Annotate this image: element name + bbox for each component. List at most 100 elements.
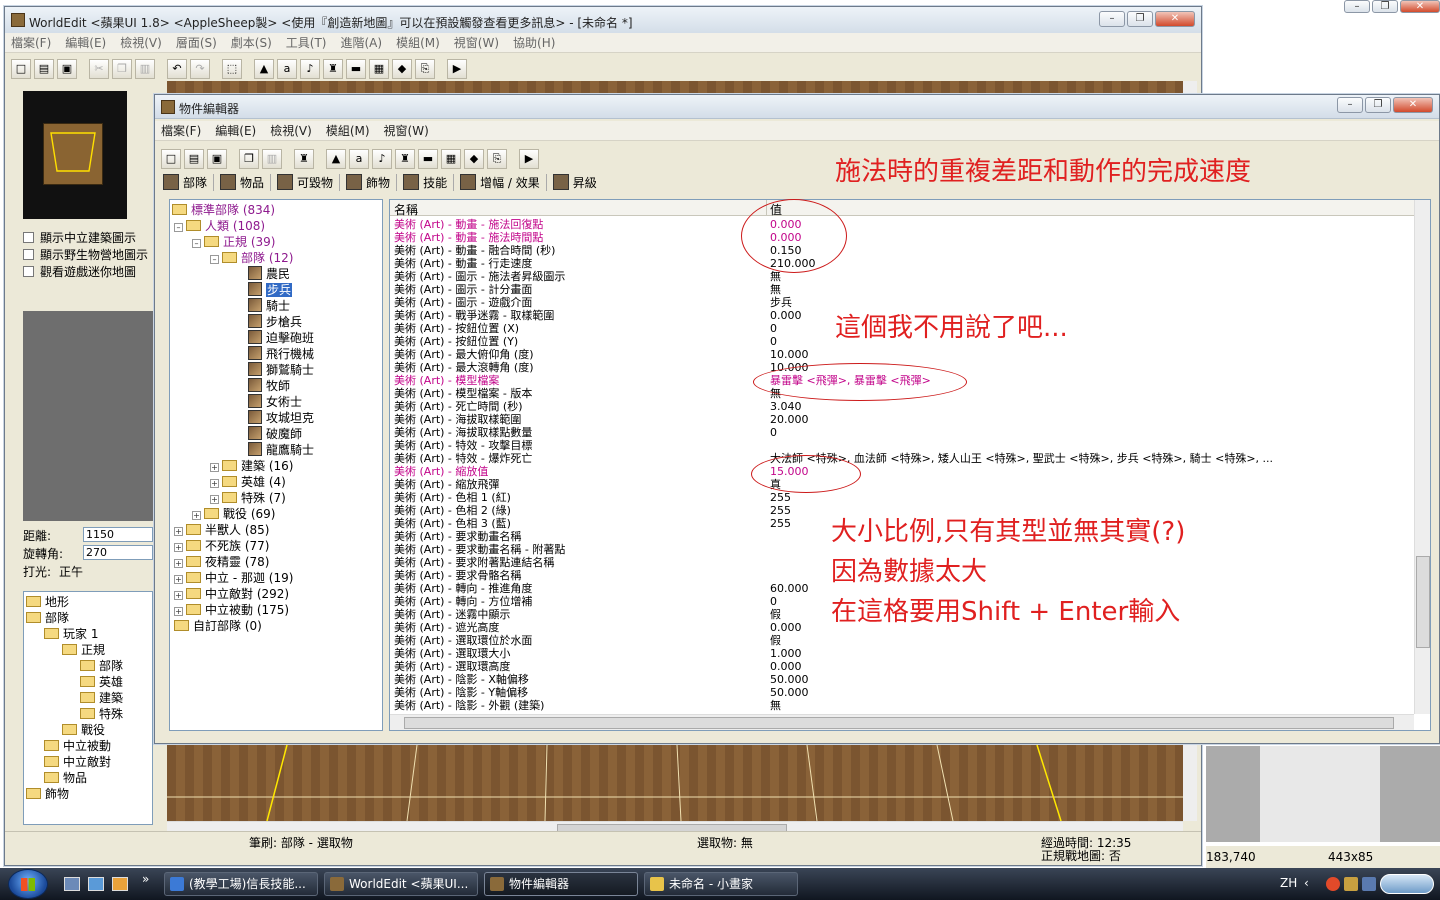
tree-race[interactable]: + 不死族 (77) (174, 538, 269, 554)
save-icon[interactable]: ▣ (57, 59, 77, 79)
checkbox-icon[interactable] (23, 249, 34, 260)
worldedit-titlebar[interactable]: WorldEdit <蘋果UI 1.8> <AppleSheep製> <使用『創… (5, 7, 1201, 35)
bg-restore-button[interactable]: ❐ (1372, 0, 1398, 13)
property-value[interactable]: 255 (770, 491, 791, 504)
tree-race[interactable]: + 中立被動 (175) (174, 602, 289, 618)
tab-items[interactable]: 物品 (220, 173, 272, 191)
oe-paste-icon[interactable]: ▥ (262, 149, 282, 169)
oe-test-map-icon[interactable]: ▶ (519, 149, 539, 169)
unit-item[interactable]: 牧師 (248, 378, 290, 394)
tab-units[interactable]: 部隊 (163, 173, 215, 191)
property-value[interactable]: 無 (770, 283, 781, 296)
property-row[interactable]: 美術 (Art) - 陰影 - Y軸偏移 50.000 (390, 686, 1414, 699)
property-value[interactable]: 1.000 (770, 647, 802, 660)
property-vertical-scrollbar[interactable] (1414, 200, 1430, 714)
oe-minimize-button[interactable]: – (1337, 97, 1363, 113)
tree-item[interactable]: 玩家 1 (44, 626, 98, 642)
property-row[interactable]: 美術 (Art) - 選取環高度 0.000 (390, 660, 1414, 673)
test-map-icon[interactable]: ▶ (447, 59, 467, 79)
minimap-preview[interactable] (23, 91, 127, 219)
oe-ai-icon[interactable]: ▦ (441, 149, 461, 169)
property-value[interactable]: 20.000 (770, 413, 809, 426)
start-button[interactable] (8, 869, 48, 899)
tree-item[interactable]: 特殊 (80, 706, 123, 722)
quicklaunch-explorer-icon[interactable] (88, 877, 104, 891)
unit-item[interactable]: 女術士 (248, 394, 302, 410)
show-neutral-buildings-option[interactable]: 顯示中立建築圖示 (23, 229, 163, 246)
unit-item[interactable]: 破魔師 (248, 426, 302, 442)
rotation-field[interactable]: 270 (83, 545, 153, 560)
property-row[interactable]: 美術 (Art) - 圖示 - 計分畫面 無 (390, 283, 1414, 296)
taskbar-button-paint[interactable]: 未命名 - 小畫家 (644, 872, 798, 896)
property-hscroll-thumb[interactable] (404, 717, 1394, 729)
lighting-value[interactable]: 正午 (59, 563, 83, 580)
tree-melee[interactable]: – 正規 (39) (192, 234, 275, 250)
property-value[interactable]: 50.000 (770, 673, 809, 686)
show-desktop-icon[interactable] (64, 877, 80, 891)
show-game-minimap-option[interactable]: 觀看遊戲迷你地圖 (23, 263, 163, 280)
property-value[interactable]: 0.000 (770, 309, 802, 322)
property-value[interactable]: 0.000 (770, 621, 802, 634)
oe-copy-icon[interactable]: ❐ (239, 149, 259, 169)
property-value[interactable]: 0.000 (770, 660, 802, 673)
property-value[interactable]: 無 (770, 699, 781, 712)
property-row[interactable]: 美術 (Art) - 海拔取樣點數量 0 (390, 426, 1414, 439)
property-value[interactable]: 0 (770, 322, 777, 335)
redo-icon[interactable]: ↷ (190, 59, 210, 79)
menu-layer[interactable]: 層面(S) (176, 34, 217, 51)
unit-item[interactable]: 攻城坦克 (248, 410, 314, 426)
quicklaunch-overflow-icon[interactable]: » (142, 872, 149, 886)
quicklaunch-media-icon[interactable] (112, 877, 128, 891)
tree-item[interactable]: 部隊 (80, 658, 123, 674)
copy-icon[interactable]: ❐ (112, 59, 132, 79)
ai-editor-icon[interactable]: ▦ (369, 59, 389, 79)
tree-custom[interactable]: 自訂部隊 (0) (174, 618, 262, 634)
unit-item[interactable]: 農民 (248, 266, 290, 282)
property-value[interactable]: 0 (770, 595, 777, 608)
menu-advanced[interactable]: 進階(A) (340, 34, 382, 51)
oe-import-icon[interactable]: ◆ (464, 149, 484, 169)
oe-menu-file[interactable]: 檔案(F) (161, 122, 201, 139)
tray-badge-icon[interactable] (1380, 874, 1434, 894)
taskbar-button-worldedit[interactable]: WorldEdit <蘋果UI... (324, 872, 478, 896)
oe-save-icon[interactable]: ▣ (207, 149, 227, 169)
property-row[interactable]: 美術 (Art) - 圖示 - 施法者昇級圖示 無 (390, 270, 1414, 283)
property-value[interactable]: 50.000 (770, 686, 809, 699)
property-value[interactable]: 步兵 (770, 296, 792, 309)
taskbar-button-browser[interactable]: (教學工場)信長技能... (164, 872, 318, 896)
property-scroll-thumb[interactable] (1416, 556, 1430, 648)
tree-item[interactable]: 飾物 (26, 786, 69, 802)
oe-open-icon[interactable]: ▤ (184, 149, 204, 169)
oe-menu-window[interactable]: 視窗(W) (384, 122, 429, 139)
property-value[interactable]: 3.040 (770, 400, 802, 413)
property-row[interactable]: 美術 (Art) - 陰影 - 外觀 (建築) 無 (390, 699, 1414, 712)
checkbox-icon[interactable] (23, 232, 34, 243)
property-value[interactable]: 無 (770, 270, 781, 283)
unit-item[interactable]: 迫擊砲班 (248, 330, 314, 346)
menu-tools[interactable]: 工具(T) (286, 34, 327, 51)
paste-icon[interactable]: ▥ (135, 59, 155, 79)
tree-heroes[interactable]: + 英雄 (4) (210, 474, 286, 490)
property-row[interactable]: 美術 (Art) - 動畫 - 施法時間點 0.000 (390, 231, 1414, 244)
tree-units[interactable]: – 部隊 (12) (210, 250, 293, 266)
open-file-icon[interactable]: ▤ (34, 59, 54, 79)
tree-buildings[interactable]: + 建築 (16) (210, 458, 293, 474)
import-manager-icon[interactable]: ◆ (392, 59, 412, 79)
menu-module[interactable]: 模組(M) (396, 34, 440, 51)
property-row[interactable]: 美術 (Art) - 選取環大小 1.000 (390, 647, 1414, 660)
property-value[interactable]: 255 (770, 517, 791, 530)
unit-item[interactable]: 獅鷲騎士 (248, 362, 314, 378)
property-horizontal-scrollbar[interactable] (390, 714, 1414, 730)
tree-item[interactable]: 中立被動 (44, 738, 111, 754)
tree-item[interactable]: 部隊 (26, 610, 69, 626)
property-row[interactable]: 美術 (Art) - 最大俯仰角 (度) 10.000 (390, 348, 1414, 361)
select-icon[interactable]: ⬚ (222, 59, 242, 79)
oe-manager-icon[interactable]: ⎘ (487, 149, 507, 169)
tree-item[interactable]: 戰役 (62, 722, 105, 738)
oe-sound-icon[interactable]: ♪ (372, 149, 392, 169)
oe-menu-view[interactable]: 檢視(V) (270, 122, 312, 139)
tree-race[interactable]: + 中立敵對 (292) (174, 586, 289, 602)
unit-item[interactable]: 龍鷹騎士 (248, 442, 314, 458)
tab-abilities[interactable]: 技能 (403, 173, 455, 191)
property-row[interactable]: 美術 (Art) - 色相 1 (紅) 255 (390, 491, 1414, 504)
